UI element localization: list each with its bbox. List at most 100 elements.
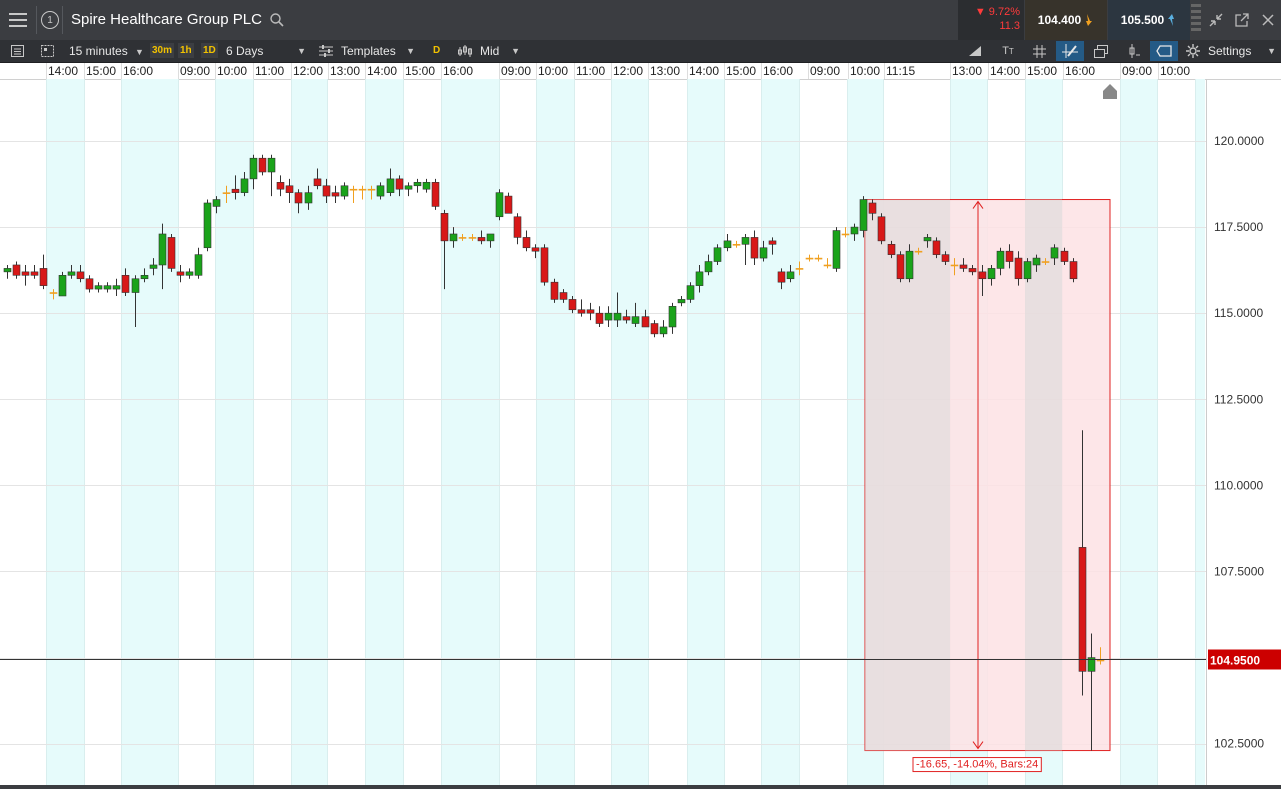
menu-button[interactable] [0,0,36,40]
candle [12,261,21,279]
candle [540,244,549,286]
sell-price: 104.400 [1037,13,1082,27]
list-view-button[interactable] [8,42,26,60]
candle-body [732,244,741,246]
draw-line-button[interactable] [966,42,984,60]
time-axis-label: 09:00 [180,64,211,78]
interval-select[interactable]: 15 minutes ▼ [69,40,144,62]
candle-body [477,237,486,242]
candle [832,227,841,272]
candle [595,306,604,327]
candle-type-button[interactable] [456,42,474,60]
measurement-overlay [883,199,950,751]
down-arrow-icon [1086,14,1093,26]
candle-body [349,188,358,191]
time-axis-label: 10:00 [217,64,248,78]
time-axis-tick [648,63,649,79]
candle-body [513,216,522,238]
templates-icon-button[interactable] [317,42,335,60]
close-button[interactable] [1256,0,1280,40]
text-tool-button[interactable]: TT [997,42,1019,60]
candle-body [996,250,1005,269]
candle-body [85,278,94,290]
candle [495,189,504,221]
time-axis-label: 16:00 [763,64,794,78]
candle [167,233,176,272]
chevron-down-icon: ▼ [297,46,306,56]
candle-body [723,240,732,249]
settings-gear-button[interactable] [1184,42,1202,60]
candle [814,254,823,262]
time-axis-tick [724,63,725,79]
range-select[interactable]: 6 Days ▼ [226,40,306,62]
candle-body [896,254,905,280]
candle-body [559,292,568,300]
candle-body [112,285,121,290]
trendline-icon [969,46,981,56]
price-type-select[interactable]: Mid ▼ [480,40,520,62]
settings-select[interactable]: Settings ▼ [1208,40,1276,62]
candle-body [677,299,686,304]
buy-price-button[interactable]: 105.500 [1108,0,1190,40]
candle-body [1005,250,1014,262]
minimize-button[interactable] [1204,0,1228,40]
candle [677,295,686,307]
time-axis-label: 10:00 [850,64,881,78]
time-axis-tick [687,63,688,79]
info-number: 1 [47,14,53,26]
time-axis-tick [253,63,254,79]
interval-30m-button[interactable]: 30m [150,43,175,58]
candle [185,268,194,279]
time-axis-tick [950,63,951,79]
price-tick-label: 115.0000 [1214,306,1263,320]
candle [422,178,431,193]
shape-tool-button[interactable] [1150,41,1178,61]
candle [504,192,513,214]
time-axis-tick [574,63,575,79]
popout-button[interactable] [1230,0,1254,40]
time-axis-tick [121,63,122,79]
candle-body [713,247,722,262]
time-axis-tick [46,63,47,79]
indicator-button[interactable] [1125,42,1143,60]
price-chart[interactable]: 120.0000 117.5000 115.0000 112.5000 110.0000… [0,79,1281,785]
candlestick-icon [458,45,472,57]
crosshair-draw-button[interactable] [1056,41,1084,61]
candle-body [841,233,850,236]
search-icon [270,13,284,27]
d-badge[interactable]: D [431,43,442,58]
candle [723,233,732,252]
info-button[interactable]: 1 [38,0,62,40]
chevron-down-icon: ▼ [135,47,144,57]
candle [668,302,677,334]
grid-toggle-button[interactable] [1030,42,1048,60]
time-axis-label: 10:00 [538,64,569,78]
candle-body [1041,261,1050,263]
candle [522,230,531,252]
templates-select[interactable]: Templates ▼ [341,40,415,62]
interval-1d-button[interactable]: 1D [201,43,218,58]
templates-label: Templates [341,44,396,58]
instrument-title[interactable]: Spire Healthcare Group PLC [71,0,262,40]
price-tick-label: 107.5000 [1214,564,1264,578]
chevron-down-icon: ▼ [406,46,415,56]
time-axis-tick [499,63,500,79]
candle-body [267,157,276,173]
interval-1h-button[interactable]: 1h [178,43,194,58]
header-divider [36,6,37,34]
windows-button[interactable] [1092,42,1110,60]
candle [21,264,30,286]
candle-body [285,185,294,193]
candle-body [659,326,668,335]
candle-body [832,230,841,269]
search-button[interactable] [266,0,288,40]
candle [741,233,750,265]
layout-button[interactable] [38,42,56,60]
time-axis-label: 11:00 [255,64,285,78]
sell-price-button[interactable]: 104.400 [1025,0,1107,40]
time-axis-label: 09:00 [501,64,532,78]
time-axis-tick [1063,63,1064,79]
tag-shape-icon [1156,45,1172,57]
time-axis-tick [215,63,216,79]
candle-body [622,316,631,321]
